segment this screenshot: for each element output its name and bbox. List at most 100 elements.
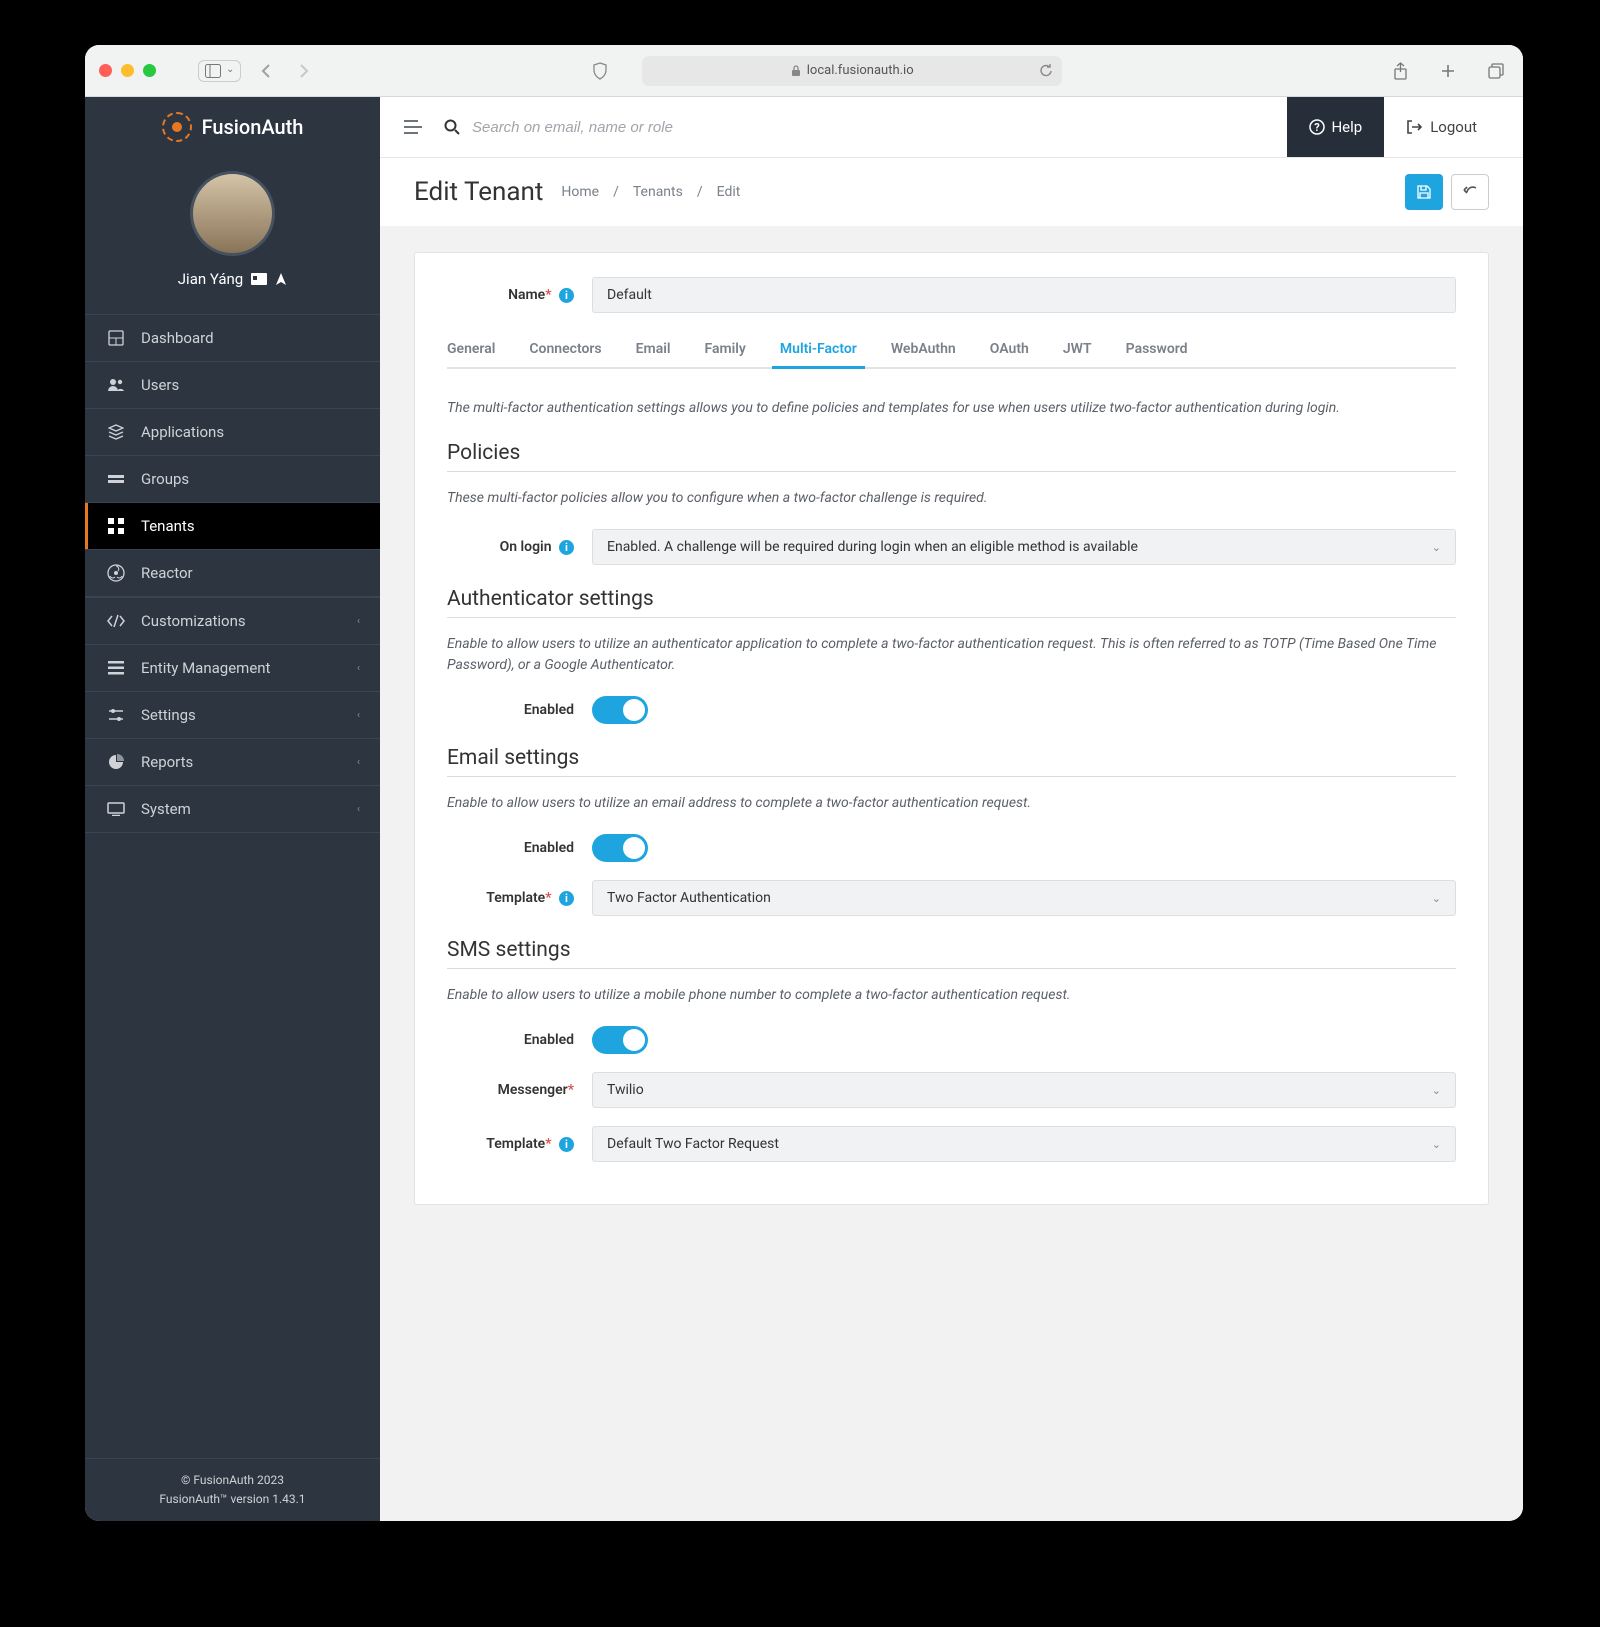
- on-login-select[interactable]: Enabled. A challenge will be required du…: [592, 529, 1456, 565]
- chevron-left-icon: ‹: [357, 710, 360, 721]
- chevron-down-icon: ⌄: [1432, 1084, 1441, 1097]
- sms-template-select[interactable]: Default Two Factor Request ⌄: [592, 1126, 1456, 1162]
- logout-icon: [1406, 119, 1422, 135]
- logo-text: FusionAuth: [202, 115, 304, 139]
- sms-template-label: Template* i: [447, 1136, 592, 1152]
- search-wrap: [444, 119, 1287, 136]
- tenants-icon: [105, 518, 127, 534]
- tab-jwt[interactable]: JWT: [1063, 331, 1092, 367]
- tab-connectors[interactable]: Connectors: [529, 331, 601, 367]
- on-login-value: Enabled. A challenge will be required du…: [607, 539, 1138, 555]
- breadcrumb-item[interactable]: Tenants: [633, 184, 683, 200]
- sidebar-item-settings[interactable]: Settings ‹: [85, 692, 380, 739]
- settings-icon: [105, 708, 127, 722]
- info-icon[interactable]: i: [559, 891, 574, 906]
- help-button[interactable]: ? Help: [1287, 97, 1384, 157]
- chevron-left-icon: ‹: [357, 757, 360, 768]
- chevron-down-icon: ⌄: [1432, 541, 1441, 554]
- email-heading: Email settings: [447, 746, 1456, 777]
- sidebar-toggle-group[interactable]: ⌄: [198, 60, 241, 82]
- url-bar[interactable]: local.fusionauth.io: [349, 56, 1355, 86]
- sidebar: FusionAuth Jian Yáng DashboardUsersAppli…: [85, 97, 380, 1521]
- chevron-left-icon: ‹: [357, 616, 360, 627]
- tabs-icon[interactable]: [1483, 60, 1509, 82]
- sidebar-item-users[interactable]: Users: [85, 362, 380, 409]
- auth-enabled-toggle[interactable]: [592, 696, 648, 724]
- logout-button[interactable]: Logout: [1384, 97, 1499, 157]
- collapse-sidebar-icon[interactable]: [404, 120, 422, 134]
- sms-enabled-label: Enabled: [447, 1032, 592, 1048]
- sidebar-item-label: Users: [141, 376, 179, 394]
- sidebar-item-reactor[interactable]: Reactor: [85, 550, 380, 597]
- new-tab-icon[interactable]: [1435, 60, 1461, 82]
- search-input[interactable]: [472, 119, 772, 136]
- refresh-icon[interactable]: [1039, 63, 1054, 78]
- page-header: Edit Tenant Home/Tenants/Edit: [380, 157, 1523, 226]
- breadcrumb-item: Edit: [717, 184, 741, 200]
- tab-email[interactable]: Email: [636, 331, 671, 367]
- tabs: General Connectors Email Family Multi-Factor…: [447, 331, 1456, 369]
- sidebar-item-applications[interactable]: Applications: [85, 409, 380, 456]
- id-card-icon[interactable]: [251, 273, 267, 285]
- custom-icon: [105, 614, 127, 628]
- sidebar-item-label: Reactor: [141, 564, 193, 582]
- nav: Dashboard Users Applications Groups Tenants R…: [85, 314, 380, 833]
- shield-icon[interactable]: [592, 62, 608, 80]
- breadcrumb-item[interactable]: Home: [561, 184, 599, 200]
- info-icon[interactable]: i: [559, 1137, 574, 1152]
- sidebar-item-customizations[interactable]: Customizations ‹: [85, 598, 380, 645]
- nav-forward-icon[interactable]: [291, 60, 317, 82]
- footer-copyright: © FusionAuth 2023: [97, 1471, 368, 1490]
- tab-general[interactable]: General: [447, 331, 495, 367]
- policies-desc: These multi-factor policies allow you to…: [447, 488, 1456, 509]
- svg-text:?: ?: [1315, 121, 1321, 134]
- sidebar-item-label: Customizations: [141, 612, 246, 630]
- sms-desc: Enable to allow users to utilize a mobil…: [447, 985, 1456, 1006]
- policies-heading: Policies: [447, 441, 1456, 472]
- sidebar-item-dashboard[interactable]: Dashboard: [85, 315, 380, 362]
- footer: © FusionAuth 2023 FusionAuth™ version 1.…: [85, 1458, 380, 1521]
- name-input[interactable]: Default: [592, 277, 1456, 313]
- authenticator-heading: Authenticator settings: [447, 587, 1456, 618]
- location-icon[interactable]: [275, 272, 287, 286]
- info-icon[interactable]: i: [559, 288, 574, 303]
- sidebar-item-label: Groups: [141, 470, 189, 488]
- chevron-down-icon: ⌄: [1432, 892, 1441, 905]
- footer-version: FusionAuth™ version 1.43.1: [97, 1490, 368, 1509]
- minimize-window-icon[interactable]: [121, 64, 134, 77]
- sms-heading: SMS settings: [447, 938, 1456, 969]
- save-button[interactable]: [1405, 174, 1443, 210]
- logo: FusionAuth: [85, 97, 380, 157]
- sidebar-item-groups[interactable]: Groups: [85, 456, 380, 503]
- close-window-icon[interactable]: [99, 64, 112, 77]
- chevron-down-icon: ⌄: [1432, 1138, 1441, 1151]
- email-enabled-toggle[interactable]: [592, 834, 648, 862]
- avatar[interactable]: [190, 171, 275, 256]
- sidebar-item-system[interactable]: System‹: [85, 786, 380, 833]
- main: ? Help Logout Edit Tenant Home/Tenants/E…: [380, 97, 1523, 1521]
- email-enabled-label: Enabled: [447, 840, 592, 856]
- sidebar-item-reports[interactable]: Reports‹: [85, 739, 380, 786]
- tab-webauthn[interactable]: WebAuthn: [891, 331, 956, 367]
- sidebar-item-label: Settings: [141, 706, 196, 724]
- page-title: Edit Tenant: [414, 177, 543, 207]
- tab-password[interactable]: Password: [1126, 331, 1188, 367]
- tab-multi-factor[interactable]: Multi-Factor: [780, 331, 857, 367]
- tab-oauth[interactable]: OAuth: [990, 331, 1029, 367]
- sms-messenger-select[interactable]: Twilio ⌄: [592, 1072, 1456, 1108]
- system-icon: [105, 802, 127, 816]
- reports-icon: [105, 754, 127, 770]
- info-icon[interactable]: i: [559, 540, 574, 555]
- tab-family[interactable]: Family: [705, 331, 746, 367]
- sms-enabled-toggle[interactable]: [592, 1026, 648, 1054]
- email-template-select[interactable]: Two Factor Authentication ⌄: [592, 880, 1456, 916]
- back-button[interactable]: [1451, 174, 1489, 210]
- maximize-window-icon[interactable]: [143, 64, 156, 77]
- nav-back-icon[interactable]: [253, 60, 279, 82]
- sidebar-item-entity-management[interactable]: Entity Management‹: [85, 645, 380, 692]
- sidebar-item-tenants[interactable]: Tenants: [85, 503, 380, 550]
- sidebar-item-label: System: [141, 800, 191, 818]
- email-template-label: Template* i: [447, 890, 592, 906]
- share-icon[interactable]: [1387, 60, 1413, 82]
- sms-messenger-label: Messenger*: [447, 1082, 592, 1098]
